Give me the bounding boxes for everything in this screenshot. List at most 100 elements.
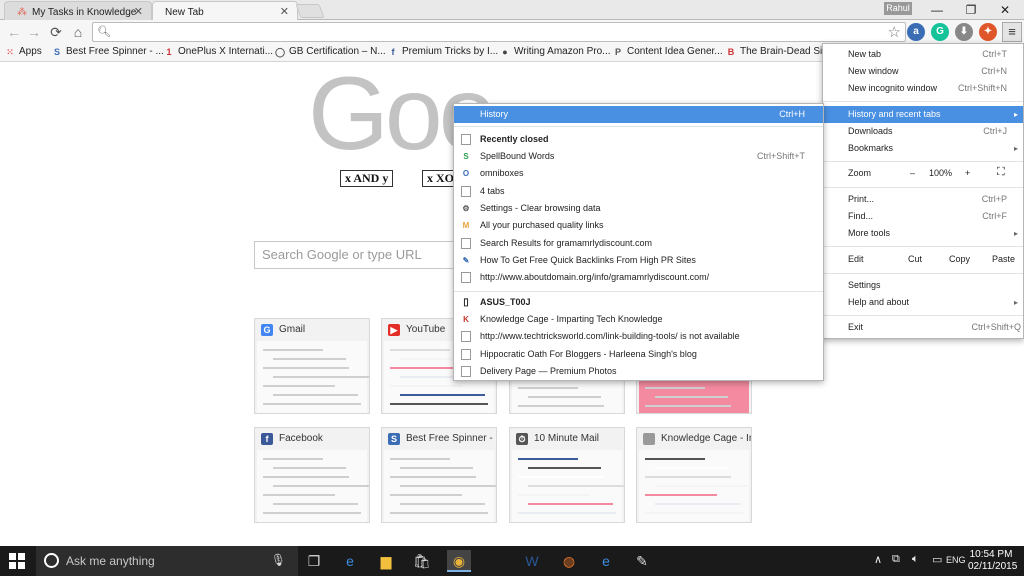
bookmark-item[interactable]: S Best Free Spinner - ... — [52, 46, 164, 57]
copy-button[interactable]: Copy — [949, 254, 970, 264]
paste-button[interactable]: Paste — [992, 254, 1015, 264]
menu-exit[interactable]: Exit Ctrl+Shift+Q — [823, 319, 1023, 336]
grammarly-icon[interactable]: G — [931, 23, 949, 41]
search-input[interactable]: Search Google or type URL — [254, 241, 484, 269]
bookmark-item[interactable]: ● Writing Amazon Pro... — [500, 46, 610, 57]
word-icon[interactable]: W — [520, 550, 544, 572]
close-icon[interactable]: ✕ — [280, 5, 289, 18]
home-button[interactable]: ⌂ — [68, 23, 88, 41]
history-submenu: History Ctrl+H Recently closed S SpellBou… — [453, 103, 824, 381]
new-tab-button[interactable] — [295, 4, 325, 18]
history-entry[interactable]: S SpellBound Words Ctrl+Shift+T — [454, 148, 823, 165]
menu-settings[interactable]: Settings — [823, 277, 1023, 294]
history-entry[interactable]: http://www.techtricksworld.com/link-buil… — [454, 328, 823, 345]
paint-icon[interactable]: ✎ — [630, 550, 654, 572]
chrome-icon[interactable]: ◉ — [447, 550, 471, 572]
history-entry[interactable]: Oomniboxes — [454, 165, 823, 182]
entry-label: Hippocratic Oath For Bloggers - Harleena… — [480, 348, 697, 359]
tile-favicon-icon: ⏱ — [516, 433, 528, 445]
microphone-icon[interactable]: 🎙︎ — [271, 553, 286, 567]
bookmark-item[interactable]: ◯ GB Certification – N... — [275, 46, 386, 57]
store-icon[interactable]: 🛍 — [410, 550, 434, 572]
history-entry[interactable]: Search Results for gramamrlydiscount.com — [454, 235, 823, 252]
chrome-menu-button[interactable]: ≡ — [1002, 22, 1022, 42]
bookmark-star-icon[interactable]: ☆ — [888, 23, 901, 41]
most-visited-tile[interactable]: Knowledge Cage - Im — [636, 427, 752, 523]
network-icon[interactable]: ⧉ — [892, 553, 900, 566]
menu-history[interactable]: History and recent tabs ▸ — [823, 106, 1023, 123]
menu-find[interactable]: Find... Ctrl+F — [823, 208, 1023, 225]
menu-label: New window — [848, 66, 899, 76]
tile-favicon-icon — [643, 433, 655, 445]
bookmark-item[interactable]: ⁙ Apps — [5, 46, 42, 57]
history-entry[interactable]: ✎ How To Get Free Quick Backlinks From Hi… — [454, 252, 823, 269]
lastpass-icon[interactable]: a — [907, 23, 925, 41]
most-visited-tile[interactable]: Gmail G — [254, 318, 370, 414]
most-visited-tile[interactable]: 10 Minute Mail ⏱ — [509, 427, 625, 523]
language-indicator[interactable]: ENG — [946, 555, 966, 565]
zoom-in-button[interactable]: + — [965, 168, 970, 178]
download-icon[interactable]: ⬇ — [955, 23, 973, 41]
most-visited-tile[interactable]: Best Free Spinner - FS — [381, 427, 497, 523]
task-view-icon[interactable]: ❐ — [302, 550, 326, 572]
favicon-icon: B — [727, 46, 735, 57]
clock[interactable]: 10:54 PM 02/11/2015 — [968, 549, 1017, 573]
history-entry[interactable]: 4 tabs — [454, 183, 823, 200]
tile-thumbnail — [639, 379, 749, 413]
cortana-placeholder: Ask me anything — [66, 554, 155, 568]
maximize-button[interactable]: ❐ — [954, 0, 988, 20]
file-explorer-icon[interactable]: ▆ — [374, 550, 398, 572]
menu-print[interactable]: Print... Ctrl+P — [823, 191, 1023, 208]
cortana-search[interactable]: Ask me anything 🎙︎ — [36, 546, 298, 576]
menu-bookmarks[interactable]: Bookmarks ▸ — [823, 140, 1023, 157]
tab-new-tab[interactable]: New Tab ✕ — [152, 1, 298, 20]
message-icon[interactable]: ▭ — [932, 553, 942, 566]
close-icon[interactable]: ✕ — [134, 5, 143, 18]
history-entry[interactable]: http://www.aboutdomain.org/info/gramamrl… — [454, 269, 823, 286]
menu-label: Settings — [848, 280, 881, 290]
submenu-history[interactable]: History Ctrl+H — [454, 106, 823, 123]
windows-start-icon[interactable] — [9, 553, 25, 569]
history-entry[interactable]: ⚙ Settings - Clear browsing data — [454, 200, 823, 217]
close-button[interactable]: ✕ — [988, 0, 1022, 20]
hotspot-icon[interactable]: ✦ — [979, 23, 997, 41]
tab-my-tasks[interactable]: ⁂ My Tasks in Knowledge ✕ — [4, 1, 152, 20]
menu-new-tab[interactable]: New tab Ctrl+T — [823, 46, 1023, 63]
zoom-row: Zoom – 100% + ⛶ — [823, 166, 1023, 182]
history-entry[interactable]: M All your purchased quality links — [454, 217, 823, 234]
entry-label: SpellBound Words — [480, 151, 555, 161]
favicon-icon: ◯ — [275, 46, 286, 57]
history-entry[interactable]: Hippocratic Oath For Bloggers - Harleena… — [454, 346, 823, 363]
bookmark-item[interactable]: P Content Idea Gener... — [613, 46, 723, 57]
edge-icon[interactable]: e — [338, 550, 362, 572]
menu-more-tools[interactable]: More tools ▸ — [823, 225, 1023, 242]
clock-time: 10:54 PM — [969, 549, 1013, 560]
forward-button[interactable]: → — [24, 23, 44, 41]
bookmark-item[interactable]: 1 OnePlus X Internati... — [164, 46, 273, 57]
volume-icon[interactable]: 🔈︎ — [912, 553, 919, 566]
menu-new-incognito[interactable]: New incognito window Ctrl+Shift+N — [823, 80, 1023, 97]
shortcut: Ctrl+N — [981, 66, 1007, 76]
menu-help[interactable]: Help and about ▸ — [823, 294, 1023, 311]
fullscreen-icon[interactable]: ⛶ — [997, 166, 1005, 179]
tile-favicon-icon: f — [261, 433, 273, 445]
omnibox[interactable]: 🔍︎ ☆ — [92, 22, 906, 42]
reload-button[interactable]: ⟳ — [46, 23, 66, 41]
back-button[interactable]: ← — [4, 23, 24, 41]
minimize-button[interactable]: — — [920, 0, 954, 20]
history-entry[interactable]: K Knowledge Cage - Imparting Tech Knowled… — [454, 311, 823, 328]
menu-downloads[interactable]: Downloads Ctrl+J — [823, 123, 1023, 140]
history-entry[interactable]: Delivery Page — Premium Photos — [454, 363, 823, 380]
ie-icon[interactable]: e — [594, 550, 618, 572]
phone-icon: ▯ — [463, 297, 469, 308]
submenu-arrow-icon: ▸ — [1013, 298, 1018, 307]
cut-button[interactable]: Cut — [908, 254, 922, 264]
profile-badge[interactable]: Rahul — [884, 2, 912, 15]
bookmark-item[interactable]: f Premium Tricks by I... — [388, 46, 499, 57]
zoom-out-button[interactable]: – — [910, 168, 915, 178]
most-visited-tile[interactable]: Facebook f — [254, 427, 370, 523]
menu-label: Downloads — [848, 126, 893, 136]
menu-new-window[interactable]: New window Ctrl+N — [823, 63, 1023, 80]
tray-expand-icon[interactable]: ∧ — [874, 553, 882, 566]
firefox-icon[interactable]: ◍ — [557, 550, 581, 572]
